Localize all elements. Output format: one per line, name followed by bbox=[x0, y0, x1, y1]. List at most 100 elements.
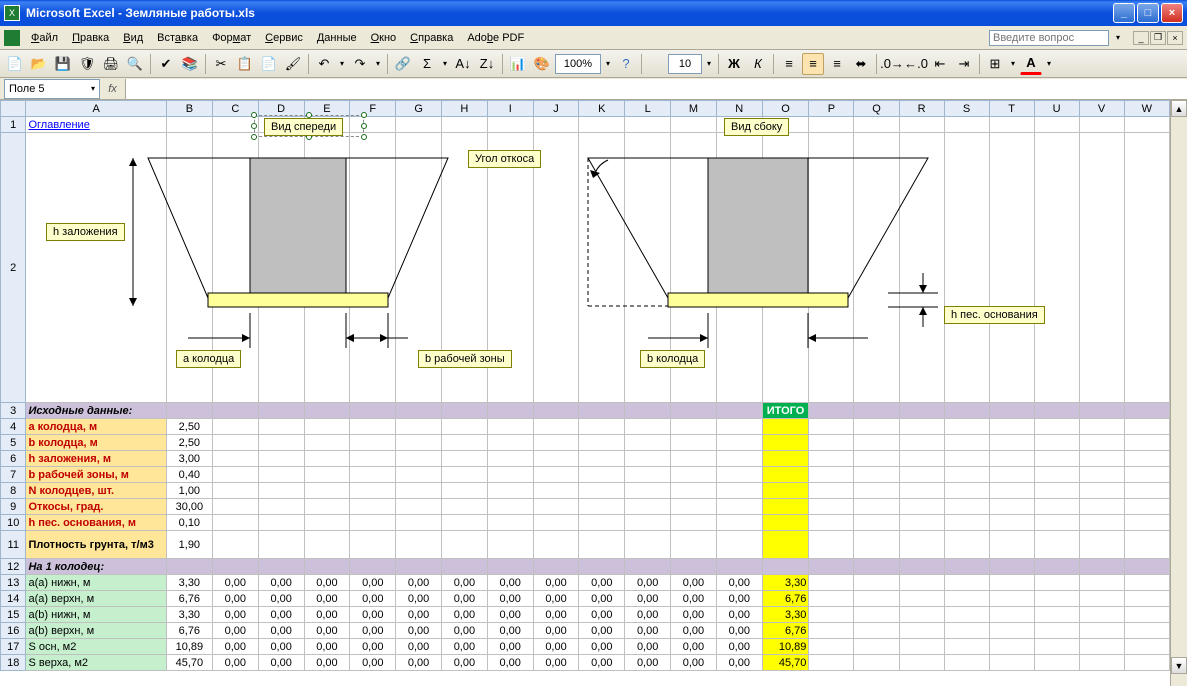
cell-N4[interactable] bbox=[716, 419, 762, 435]
zoom-combo[interactable] bbox=[555, 54, 601, 74]
cell-B10[interactable]: 0,10 bbox=[166, 515, 212, 531]
cell-N7[interactable] bbox=[716, 467, 762, 483]
merge-button[interactable]: ⬌ bbox=[850, 53, 872, 75]
namebox-dropdown-icon[interactable]: ▾ bbox=[91, 84, 95, 93]
row-header-11[interactable]: 11 bbox=[1, 531, 26, 559]
research-button[interactable]: 📚 bbox=[179, 53, 201, 75]
cell-R18[interactable] bbox=[899, 655, 944, 671]
row-header-14[interactable]: 14 bbox=[1, 591, 26, 607]
cell-D16[interactable]: 0,00 bbox=[258, 623, 304, 639]
cell-M13[interactable]: 0,00 bbox=[671, 575, 717, 591]
cell-Q10[interactable] bbox=[854, 515, 899, 531]
cell-K17[interactable]: 0,00 bbox=[579, 639, 625, 655]
cell-S9[interactable] bbox=[944, 499, 989, 515]
cell-L16[interactable]: 0,00 bbox=[625, 623, 671, 639]
borders-dropdown-icon[interactable]: ▾ bbox=[1008, 59, 1018, 68]
cell-R15[interactable] bbox=[899, 607, 944, 623]
cell-F13[interactable]: 0,00 bbox=[350, 575, 396, 591]
cell-H17[interactable]: 0,00 bbox=[442, 639, 488, 655]
cell-Q13[interactable] bbox=[854, 575, 899, 591]
cell-J16[interactable]: 0,00 bbox=[533, 623, 579, 639]
cell-E12[interactable] bbox=[304, 559, 350, 575]
cell-U4[interactable] bbox=[1034, 419, 1079, 435]
cell-E18[interactable]: 0,00 bbox=[304, 655, 350, 671]
cell-B14[interactable]: 6,76 bbox=[166, 591, 212, 607]
mdi-close[interactable]: × bbox=[1167, 31, 1183, 45]
cell-R1[interactable] bbox=[899, 117, 944, 133]
spelling-button[interactable]: ✔ bbox=[155, 53, 177, 75]
cell-R11[interactable] bbox=[899, 531, 944, 559]
cell-U1[interactable] bbox=[1034, 117, 1079, 133]
cell-F16[interactable]: 0,00 bbox=[350, 623, 396, 639]
cell-N6[interactable] bbox=[716, 451, 762, 467]
row-header-12[interactable]: 12 bbox=[1, 559, 26, 575]
cell-F12[interactable] bbox=[350, 559, 396, 575]
cell-H3[interactable] bbox=[442, 403, 488, 419]
cell-O10[interactable] bbox=[762, 515, 809, 531]
cell-V7[interactable] bbox=[1079, 467, 1124, 483]
cell-S13[interactable] bbox=[944, 575, 989, 591]
cell-S8[interactable] bbox=[944, 483, 989, 499]
cell-G13[interactable]: 0,00 bbox=[396, 575, 442, 591]
cell-M15[interactable]: 0,00 bbox=[671, 607, 717, 623]
cell-R7[interactable] bbox=[899, 467, 944, 483]
cell-P18[interactable] bbox=[809, 655, 854, 671]
cell-K11[interactable] bbox=[579, 531, 625, 559]
cell-L5[interactable] bbox=[625, 435, 671, 451]
cell-S12[interactable] bbox=[944, 559, 989, 575]
name-box[interactable]: Поле 5▾ bbox=[4, 79, 100, 99]
cell-P16[interactable] bbox=[809, 623, 854, 639]
cell-V12[interactable] bbox=[1079, 559, 1124, 575]
cell-Q12[interactable] bbox=[854, 559, 899, 575]
cell-L4[interactable] bbox=[625, 419, 671, 435]
decimal-inc-button[interactable]: .0→ bbox=[881, 53, 903, 75]
cell-J1[interactable] bbox=[533, 117, 579, 133]
cell-B17[interactable]: 10,89 bbox=[166, 639, 212, 655]
cell-F5[interactable] bbox=[350, 435, 396, 451]
cell-W3[interactable] bbox=[1124, 403, 1169, 419]
cell-L15[interactable]: 0,00 bbox=[625, 607, 671, 623]
cell-D15[interactable]: 0,00 bbox=[258, 607, 304, 623]
cell-C10[interactable] bbox=[212, 515, 258, 531]
cell-V4[interactable] bbox=[1079, 419, 1124, 435]
cell-Q6[interactable] bbox=[854, 451, 899, 467]
cell-A1[interactable]: Оглавление bbox=[26, 117, 166, 133]
cell-W15[interactable] bbox=[1124, 607, 1169, 623]
cell-Q2[interactable] bbox=[854, 133, 899, 403]
cell-Q9[interactable] bbox=[854, 499, 899, 515]
cell-A4[interactable]: a колодца, м bbox=[26, 419, 166, 435]
cell-G4[interactable] bbox=[396, 419, 442, 435]
cell-E10[interactable] bbox=[304, 515, 350, 531]
drawing-button[interactable]: 🎨 bbox=[531, 53, 553, 75]
cell-L14[interactable]: 0,00 bbox=[625, 591, 671, 607]
cell-H16[interactable]: 0,00 bbox=[442, 623, 488, 639]
col-header-B[interactable]: B bbox=[166, 101, 212, 117]
cell-F18[interactable]: 0,00 bbox=[350, 655, 396, 671]
cell-R9[interactable] bbox=[899, 499, 944, 515]
cell-U12[interactable] bbox=[1034, 559, 1079, 575]
cell-G17[interactable]: 0,00 bbox=[396, 639, 442, 655]
cell-G18[interactable]: 0,00 bbox=[396, 655, 442, 671]
cell-E16[interactable]: 0,00 bbox=[304, 623, 350, 639]
cell-Q14[interactable] bbox=[854, 591, 899, 607]
sort-desc-button[interactable]: Z↓ bbox=[476, 53, 498, 75]
cell-P11[interactable] bbox=[809, 531, 854, 559]
cell-B5[interactable]: 2,50 bbox=[166, 435, 212, 451]
cell-K18[interactable]: 0,00 bbox=[579, 655, 625, 671]
cell-P15[interactable] bbox=[809, 607, 854, 623]
cell-E13[interactable]: 0,00 bbox=[304, 575, 350, 591]
cell-C7[interactable] bbox=[212, 467, 258, 483]
cell-N16[interactable]: 0,00 bbox=[716, 623, 762, 639]
cell-N15[interactable]: 0,00 bbox=[716, 607, 762, 623]
cell-J6[interactable] bbox=[533, 451, 579, 467]
sort-asc-button[interactable]: A↓ bbox=[452, 53, 474, 75]
menu-insert[interactable]: Вставка bbox=[150, 29, 205, 47]
cell-T12[interactable] bbox=[989, 559, 1034, 575]
cell-M4[interactable] bbox=[671, 419, 717, 435]
undo-button[interactable]: ↶ bbox=[313, 53, 335, 75]
cell-E7[interactable] bbox=[304, 467, 350, 483]
cell-T15[interactable] bbox=[989, 607, 1034, 623]
cell-E3[interactable] bbox=[304, 403, 350, 419]
col-header-D[interactable]: D bbox=[258, 101, 304, 117]
cell-W6[interactable] bbox=[1124, 451, 1169, 467]
